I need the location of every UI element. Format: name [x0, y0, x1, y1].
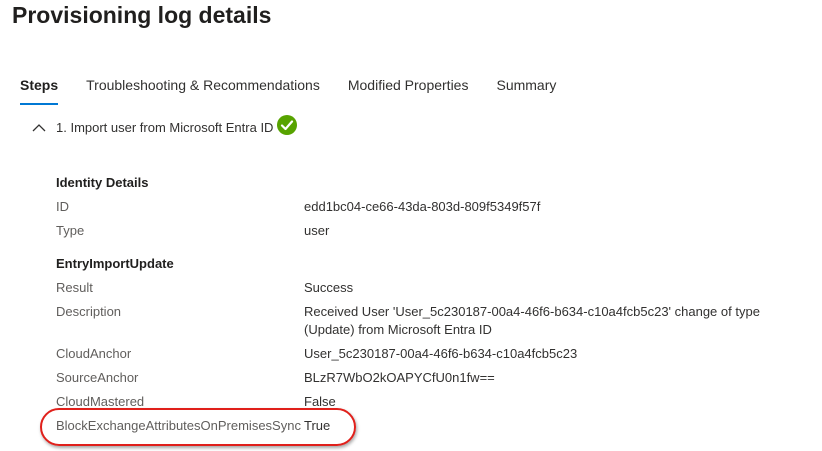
step-header[interactable]: 1. Import user from Microsoft Entra ID — [30, 114, 298, 135]
tab-troubleshooting[interactable]: Troubleshooting & Recommendations — [78, 68, 328, 102]
check-circle-icon — [277, 114, 298, 135]
page-title: Provisioning log details — [12, 2, 272, 28]
cloud-anchor-label: CloudAnchor — [56, 346, 132, 361]
type-value: user — [304, 223, 330, 238]
tab-modified-properties[interactable]: Modified Properties — [340, 68, 477, 102]
step-label: 1. Import user from Microsoft Entra ID — [56, 120, 274, 135]
tab-steps[interactable]: Steps — [12, 68, 66, 105]
highlight-annotation-oval — [40, 408, 356, 446]
description-value: Received User 'User_5c230187-00a4-46f6-b… — [304, 304, 760, 337]
identity-details-heading: Identity Details — [56, 175, 149, 190]
source-anchor-label: SourceAnchor — [56, 370, 139, 385]
tab-summary[interactable]: Summary — [488, 68, 564, 102]
entry-import-update-heading: EntryImportUpdate — [56, 256, 174, 271]
cloud-mastered-label: CloudMastered — [56, 394, 145, 409]
result-value: Success — [304, 280, 354, 295]
id-value: edd1bc04-ce66-43da-803d-809f5349f57f — [304, 199, 541, 214]
provisioning-log-details-page: Provisioning log details Steps Troublesh… — [0, 0, 822, 451]
chevron-up-icon[interactable] — [30, 121, 48, 135]
cloud-anchor-value: User_5c230187-00a4-46f6-b634-c10a4fcb5c2… — [304, 346, 578, 361]
id-label: ID — [56, 199, 69, 214]
result-label: Result — [56, 280, 93, 295]
source-anchor-value: BLzR7WbO2kOAPYCfU0n1fw== — [304, 370, 495, 385]
tab-bar: Steps Troubleshooting & Recommendations … — [12, 68, 576, 105]
description-label: Description — [56, 304, 122, 319]
type-label: Type — [56, 223, 85, 238]
